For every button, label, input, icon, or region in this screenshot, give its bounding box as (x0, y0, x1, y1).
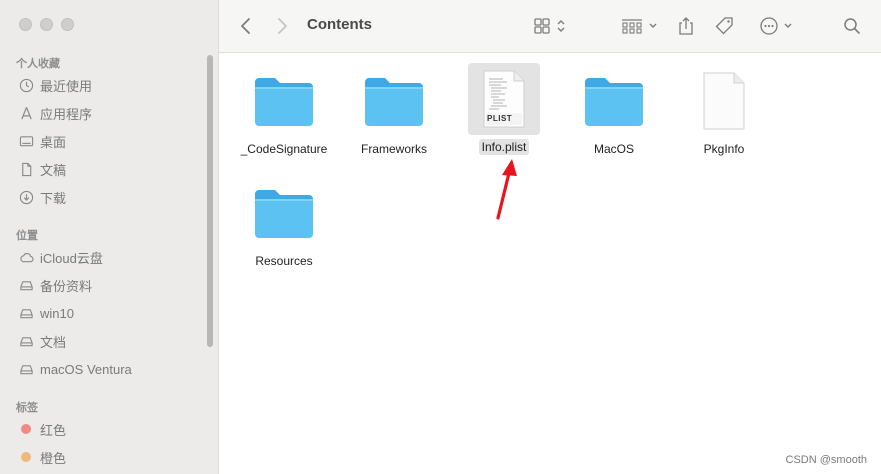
sidebar-item-icloud[interactable]: iCloud云盘 (18, 245, 103, 269)
sidebar-item-backup[interactable]: 备份资料 (18, 273, 92, 297)
sidebar-item-label: 下载 (40, 190, 67, 206)
chevron-down-icon (783, 21, 793, 31)
sidebar-item-label: 红色 (40, 422, 67, 438)
sidebar-item-label: 桌面 (40, 134, 67, 150)
plist-badge: PLIST (487, 114, 513, 123)
blank-file-icon (688, 65, 760, 137)
sidebar-item-recents[interactable]: 最近使用 (18, 73, 92, 97)
tags-header: 标签 (16, 402, 38, 414)
sidebar-scrollbar[interactable] (207, 55, 213, 347)
share-icon (677, 16, 695, 36)
chevron-down-icon (648, 21, 658, 31)
plist-file-icon (468, 63, 540, 135)
file-item-frameworks[interactable]: Frameworks (339, 65, 449, 158)
file-name: MacOS (593, 142, 634, 156)
window-title: Contents (307, 16, 372, 33)
file-item-resources[interactable]: Resources (229, 177, 339, 270)
folder-icon (248, 177, 320, 249)
search-icon (843, 17, 861, 35)
file-name: Resources (255, 254, 313, 268)
file-name: _CodeSignature (240, 142, 328, 156)
red-tag-icon (18, 421, 34, 437)
sidebar-item-tag-orange[interactable]: 橙色 (18, 445, 66, 469)
download-icon (18, 189, 34, 205)
file-item-info-plist[interactable]: Info.plist (449, 63, 559, 156)
desktop-icon (18, 133, 34, 149)
sidebar-item-label: 备份资料 (40, 278, 93, 294)
orange-tag-icon (18, 449, 34, 465)
sidebar-item-label: 文档 (40, 334, 67, 350)
tag-button[interactable] (715, 14, 735, 38)
sidebar-item-docs-drive[interactable]: 文档 (18, 329, 66, 353)
locations-header: 位置 (16, 230, 38, 242)
ellipsis-circle-icon (759, 16, 779, 36)
file-name: Info.plist (478, 139, 530, 155)
sidebar: 个人收藏 最近使用 应用程序 桌面 文稿 下载 位置 iCloud云盘 备份资料… (0, 0, 219, 474)
toolbar: Contents (219, 0, 881, 53)
folder-icon (358, 65, 430, 137)
file-browser-content: _CodeSignature Frameworks Info.plist PLI… (219, 53, 881, 474)
sidebar-item-label: iCloud云盘 (40, 250, 103, 266)
folder-icon (578, 65, 650, 137)
group-by-button[interactable] (621, 14, 658, 38)
sidebar-item-label: 应用程序 (40, 106, 93, 122)
minimize-window-button[interactable] (40, 18, 53, 31)
file-item-codesignature[interactable]: _CodeSignature (229, 65, 339, 158)
close-window-button[interactable] (19, 18, 32, 31)
sidebar-item-win10[interactable]: win10 (18, 301, 74, 325)
back-button[interactable] (239, 14, 253, 38)
file-item-macos[interactable]: MacOS (559, 65, 669, 158)
drive-icon (18, 333, 34, 349)
annotation-arrow (488, 155, 528, 230)
clock-icon (18, 77, 34, 93)
sidebar-item-label: 最近使用 (40, 78, 93, 94)
sidebar-item-downloads[interactable]: 下载 (18, 185, 66, 209)
file-name: PkgInfo (703, 142, 745, 156)
drive-icon (18, 305, 34, 321)
file-name: Frameworks (360, 142, 427, 156)
watermark: CSDN @smooth (785, 454, 867, 466)
sidebar-item-macos-ventura[interactable]: macOS Ventura (18, 357, 132, 381)
view-mode-button[interactable] (533, 14, 566, 38)
chevron-left-icon (239, 17, 253, 35)
forward-button[interactable] (275, 14, 289, 38)
drive-icon (18, 361, 34, 377)
group-icon (621, 17, 643, 35)
action-menu-button[interactable] (759, 14, 793, 38)
grid-view-icon (533, 17, 551, 35)
applications-icon (18, 105, 34, 121)
window-controls (19, 18, 74, 31)
folder-icon (248, 65, 320, 137)
document-icon (18, 161, 34, 177)
sidebar-item-label: win10 (40, 305, 74, 321)
chevron-updown-icon (556, 18, 566, 34)
tag-icon (715, 16, 735, 36)
favorites-header: 个人收藏 (16, 58, 60, 70)
zoom-window-button[interactable] (61, 18, 74, 31)
sidebar-item-label: macOS Ventura (40, 361, 132, 377)
sidebar-item-desktop[interactable]: 桌面 (18, 129, 66, 153)
share-button[interactable] (677, 14, 695, 38)
search-button[interactable] (843, 14, 861, 38)
sidebar-item-label: 橙色 (40, 450, 67, 466)
chevron-right-icon (275, 17, 289, 35)
finder-window: 个人收藏 最近使用 应用程序 桌面 文稿 下载 位置 iCloud云盘 备份资料… (0, 0, 881, 474)
sidebar-item-tag-red[interactable]: 红色 (18, 417, 66, 441)
sidebar-item-documents[interactable]: 文稿 (18, 157, 66, 181)
cloud-icon (18, 249, 34, 265)
sidebar-item-applications[interactable]: 应用程序 (18, 101, 92, 125)
drive-icon (18, 277, 34, 293)
sidebar-item-label: 文稿 (40, 162, 67, 178)
file-item-pkginfo[interactable]: PkgInfo (669, 65, 779, 158)
